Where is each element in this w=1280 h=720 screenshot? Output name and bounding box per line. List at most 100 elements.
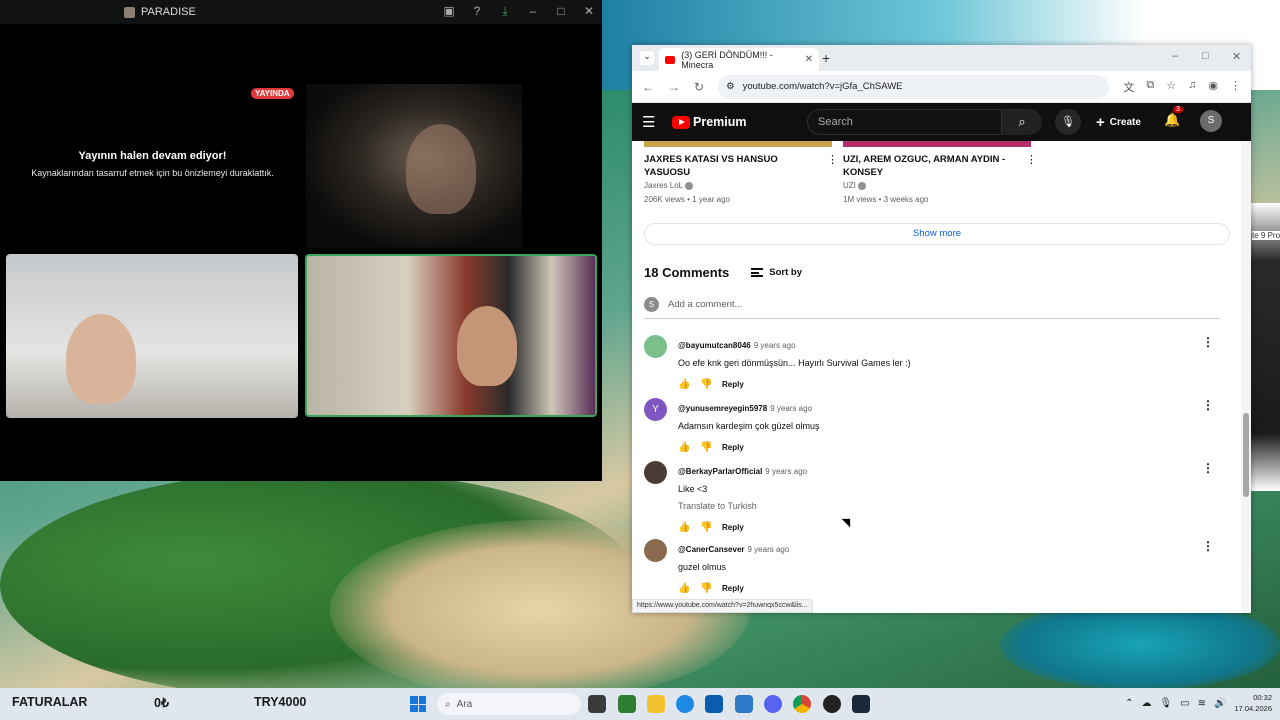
menu-icon[interactable]: ⋮ — [1230, 79, 1241, 95]
video-title[interactable]: UZI, AREM OZGUC, ARMAN AYDIN - KONSEY — [843, 153, 1023, 179]
chrome-icon[interactable] — [793, 695, 811, 713]
like-icon[interactable]: 👍 — [678, 583, 690, 594]
discord-icon[interactable] — [764, 695, 782, 713]
microsoft-store-icon[interactable] — [705, 695, 723, 713]
volume-icon[interactable]: 🔊 — [1214, 698, 1226, 709]
address-bar[interactable]: ⚙ youtube.com/watch?v=jGfa_ChSAWE — [718, 74, 1110, 99]
reply-button[interactable]: Reply — [722, 584, 744, 593]
screen-icon[interactable]: ▣ — [442, 4, 456, 19]
chevron-up-icon[interactable]: ⌃ — [1125, 698, 1133, 709]
tab-search-button[interactable]: ⌄ — [640, 51, 654, 65]
recommended-video[interactable]: JAXRES KATASI VS HANSUO YASUOSU Jaxres L… — [644, 153, 838, 204]
comment-menu-icon[interactable]: ⋮ — [1202, 539, 1214, 553]
stream-titlebar[interactable]: PARADISE ▣ ? ⤓ – □ ✕ — [0, 0, 602, 24]
video-title[interactable]: JAXRES KATASI VS HANSUO YASUOSU — [644, 153, 824, 179]
minimize-button[interactable]: – — [526, 4, 540, 19]
show-more-button[interactable]: Show more — [644, 223, 1230, 245]
video-menu-icon[interactable]: ⋮ — [827, 153, 838, 166]
translate-link[interactable]: Translate to Turkish — [678, 501, 1204, 511]
comment-author[interactable]: @yunusemreyegin5978 — [678, 404, 767, 413]
ticker-widget[interactable]: FATURALAR 0₺ TRY4000 — [12, 695, 306, 710]
help-icon[interactable]: ? — [470, 4, 484, 19]
media-icon[interactable]: ♫ — [1188, 79, 1196, 95]
wifi-icon[interactable]: ≋ — [1198, 698, 1206, 709]
youtube-logo[interactable]: Premium — [672, 115, 747, 129]
video-tile-top[interactable] — [306, 84, 522, 248]
comment-menu-icon[interactable]: ⋮ — [1202, 461, 1214, 475]
task-view-icon[interactable] — [588, 695, 606, 713]
comment-header: @CanerCansever 9 years ago — [678, 539, 1204, 557]
search-button[interactable]: ⌕ — [1002, 109, 1042, 135]
dislike-icon[interactable]: 👎 — [700, 442, 712, 453]
windows-start-icon[interactable] — [410, 696, 426, 712]
back-icon[interactable]: ← — [642, 80, 654, 94]
site-info-icon[interactable]: ⚙ — [726, 81, 735, 92]
add-comment-field[interactable]: S Add a comment... — [644, 297, 1220, 319]
avatar[interactable]: Y — [644, 398, 667, 421]
clock[interactable]: 00:32 17.04.2026 — [1234, 692, 1272, 714]
network-icon[interactable]: ☁ — [1141, 698, 1151, 709]
avatar[interactable] — [644, 539, 667, 562]
comment-time[interactable]: 9 years ago — [754, 341, 796, 350]
dislike-icon[interactable]: 👎 — [700, 583, 712, 594]
comment-menu-icon[interactable]: ⋮ — [1202, 335, 1214, 349]
new-tab-button[interactable]: + — [822, 50, 830, 66]
comment-author[interactable]: @CanerCansever — [678, 545, 745, 554]
mic-icon[interactable]: 🎙 — [1159, 698, 1172, 709]
comment-author[interactable]: @bayumutcan8046 — [678, 341, 751, 350]
maximize-button[interactable]: □ — [554, 4, 568, 19]
tab-close-icon[interactable]: ✕ — [805, 54, 813, 65]
sort-button[interactable]: Sort by — [751, 267, 802, 278]
reply-button[interactable]: Reply — [722, 443, 744, 452]
store-app-icon[interactable] — [618, 695, 636, 713]
notifications-bell-icon[interactable]: 🔔 — [1164, 112, 1180, 128]
display-icon[interactable]: ▭ — [1180, 698, 1189, 709]
reply-button[interactable]: Reply — [722, 523, 744, 532]
reply-button[interactable]: Reply — [722, 380, 744, 389]
app-icon[interactable] — [735, 695, 753, 713]
create-button[interactable]: + Create — [1096, 109, 1141, 135]
like-icon[interactable]: 👍 — [678, 442, 690, 453]
search-input[interactable]: Search — [807, 109, 1002, 135]
like-icon[interactable]: 👍 — [678, 379, 690, 390]
close-button[interactable]: ✕ — [1232, 50, 1241, 63]
avatar[interactable] — [644, 461, 667, 484]
voice-search-icon[interactable]: 🎙 — [1055, 109, 1081, 135]
scrollbar[interactable] — [1241, 141, 1251, 613]
close-button[interactable]: ✕ — [582, 4, 596, 19]
reload-icon[interactable]: ↻ — [694, 80, 704, 94]
maximize-button[interactable]: □ — [1202, 50, 1209, 62]
translate-icon[interactable]: 文 — [1123, 79, 1134, 95]
file-explorer-icon[interactable] — [647, 695, 665, 713]
avatar[interactable] — [644, 335, 667, 358]
obs-icon[interactable] — [823, 695, 841, 713]
dislike-icon[interactable]: 👎 — [700, 379, 712, 390]
taskbar-search[interactable]: ⌕ Ara — [437, 693, 581, 715]
forward-icon[interactable]: → — [668, 80, 680, 94]
hamburger-menu-icon[interactable]: ☰ — [642, 113, 672, 131]
steam-icon[interactable] — [852, 695, 870, 713]
minimize-button[interactable]: – — [1172, 50, 1178, 62]
video-menu-icon[interactable]: ⋮ — [1026, 153, 1037, 166]
comment-author[interactable]: @BerkayParlarOfficial — [678, 467, 762, 476]
background-window[interactable]: te 9 Pro — [1251, 203, 1280, 491]
like-icon[interactable]: 👍 — [678, 522, 690, 533]
comment-time[interactable]: 9 years ago — [748, 545, 790, 554]
install-icon[interactable]: ⧉ — [1146, 79, 1154, 95]
recommended-video[interactable]: UZI, AREM OZGUC, ARMAN AYDIN - KONSEY UZ… — [843, 153, 1037, 204]
avatar[interactable]: S — [1200, 110, 1222, 132]
comment-menu-icon[interactable]: ⋮ — [1202, 398, 1214, 412]
video-thumbnail[interactable] — [843, 141, 1031, 147]
dislike-icon[interactable]: 👎 — [700, 522, 712, 533]
bookmark-star-icon[interactable]: ☆ — [1166, 79, 1176, 95]
comment-time[interactable]: 9 years ago — [765, 467, 807, 476]
download-icon[interactable]: ⤓ — [498, 4, 512, 19]
video-tile-left[interactable] — [6, 254, 298, 418]
comment-time[interactable]: 9 years ago — [770, 404, 812, 413]
edge-icon[interactable] — [676, 695, 694, 713]
video-tile-right[interactable] — [305, 254, 597, 417]
video-thumbnail[interactable] — [644, 141, 832, 147]
scrollbar-thumb[interactable] — [1243, 413, 1249, 497]
browser-tab[interactable]: (3) GERİ DÖNDÜM!!! - Minecra ✕ — [659, 48, 819, 71]
profile-icon[interactable]: ◉ — [1208, 79, 1218, 95]
